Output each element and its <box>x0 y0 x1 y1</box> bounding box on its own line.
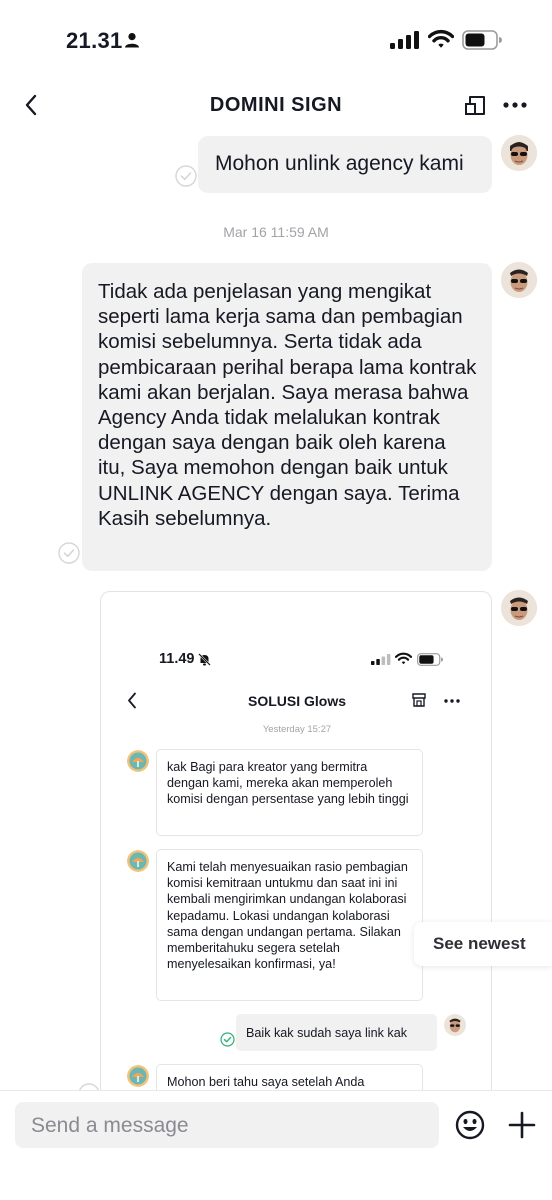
embedded-battery-icon <box>417 653 443 666</box>
signal-icon <box>390 31 419 49</box>
embedded-wifi-icon <box>395 652 412 665</box>
report-button[interactable] <box>460 90 490 120</box>
embedded-message: Kami telah menyesuaikan rasio pembagian … <box>156 849 423 1001</box>
embedded-signal-icon <box>371 654 391 665</box>
bell-muted-icon <box>198 653 211 666</box>
embedded-status-time: 11.49 <box>159 651 195 667</box>
chat-header: DOMINI SIGN <box>0 82 552 128</box>
emoji-icon <box>455 1110 485 1140</box>
avatar[interactable] <box>501 135 537 171</box>
embedded-message: kak Bagi para kreator yang bermitra deng… <box>156 749 423 836</box>
image-message[interactable]: 11.49 SOLUSI Glows Yesterday 15:27 kak B… <box>100 591 492 1111</box>
chat-timestamp: Mar 16 11:59 AM <box>223 224 329 240</box>
avatar[interactable] <box>501 590 537 626</box>
message-bubble[interactable]: Tidak ada penjelasan yang mengikat seper… <box>82 263 492 571</box>
plus-icon <box>508 1111 536 1139</box>
message-input[interactable]: Send a message <box>15 1102 439 1148</box>
emoji-button[interactable] <box>454 1109 486 1141</box>
see-newest-button[interactable]: See newest <box>414 922 552 966</box>
embedded-read-check-icon <box>220 1032 235 1047</box>
battery-icon <box>462 30 502 50</box>
more-options-button[interactable] <box>498 90 532 120</box>
embedded-message: Baik kak sudah saya link kak <box>236 1014 437 1051</box>
embedded-more-icon <box>444 699 460 703</box>
avatar[interactable] <box>501 262 537 298</box>
plus-button[interactable] <box>506 1109 538 1141</box>
read-check-icon <box>175 165 197 187</box>
read-check-icon <box>58 542 80 564</box>
embedded-chat-title: SOLUSI Glows <box>247 693 346 709</box>
embedded-user-avatar <box>444 1014 466 1036</box>
report-icon <box>465 96 485 115</box>
status-time: 21.31 <box>66 28 123 53</box>
message-composer: Send a message <box>0 1091 552 1200</box>
status-bar: 21.31 <box>0 0 552 82</box>
message-bubble[interactable]: Mohon unlink agency kami <box>198 136 492 193</box>
shop-avatar <box>127 750 149 772</box>
shop-icon <box>412 693 426 707</box>
person-icon <box>125 33 139 48</box>
more-icon <box>503 102 527 108</box>
wifi-icon <box>428 29 454 48</box>
shop-avatar <box>127 850 149 872</box>
embedded-timestamp: Yesterday 15:27 <box>262 724 332 735</box>
shop-avatar <box>127 1065 149 1087</box>
